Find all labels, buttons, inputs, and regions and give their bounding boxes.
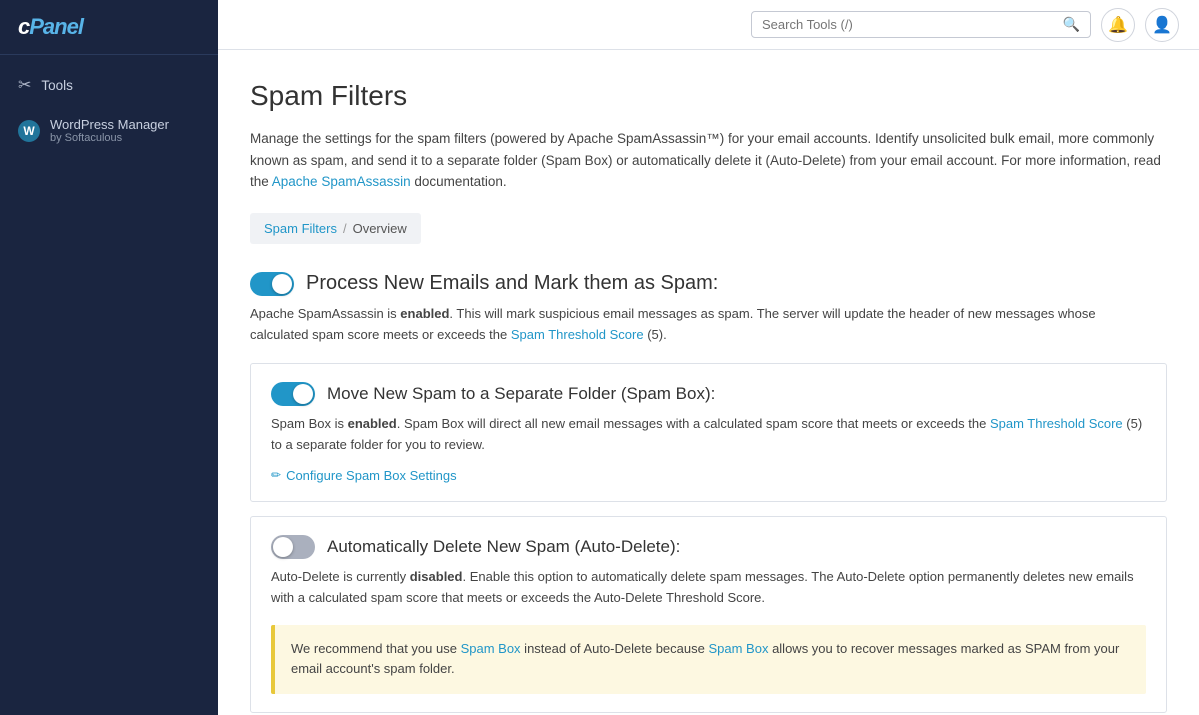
sidebar-menu: ✂ Tools W WordPress Manager by Softaculo… (0, 55, 218, 164)
warning-box: We recommend that you use Spam Box inste… (271, 625, 1146, 695)
wordpress-label-group: WordPress Manager by Softaculous (50, 117, 169, 144)
warning-spambox-link-1[interactable]: Spam Box (461, 641, 521, 656)
pencil-icon: ✏ (271, 468, 281, 482)
wordpress-icon: W (18, 120, 40, 142)
softaculous-label: by Softaculous (50, 132, 169, 144)
warning-mid: instead of Auto-Delete because (521, 641, 709, 656)
spambox-desc: Spam Box is enabled. Spam Box will direc… (271, 414, 1146, 456)
spam-threshold-link-2[interactable]: Spam Threshold Score (990, 416, 1123, 431)
autodelete-toggle[interactable] (271, 535, 315, 559)
sidebar-item-tools-label: Tools (41, 78, 73, 93)
autodelete-desc-bold: disabled (410, 569, 463, 584)
spambox-toggle[interactable] (271, 382, 315, 406)
process-emails-section: Process New Emails and Mark them as Spam… (250, 272, 1167, 346)
spambox-heading: Move New Spam to a Separate Folder (Spam… (271, 382, 1146, 406)
breadcrumb-current: Overview (353, 221, 407, 236)
main-area: 🔍 🔔 👤 Spam Filters Manage the settings f… (218, 0, 1199, 715)
search-icon-button[interactable]: 🔍 (1063, 16, 1080, 33)
process-emails-desc: Apache SpamAssassin is enabled. This wil… (250, 304, 1150, 346)
warning-spambox-link-2[interactable]: Spam Box (708, 641, 768, 656)
autodelete-title: Automatically Delete New Spam (Auto-Dele… (327, 537, 680, 557)
autodelete-toggle-thumb (273, 537, 293, 557)
content-area: Spam Filters Manage the settings for the… (218, 50, 1199, 715)
cpanel-logo: cPanel (18, 14, 200, 40)
sidebar-item-wordpress[interactable]: W WordPress Manager by Softaculous (0, 107, 218, 154)
autodelete-desc-prefix: Auto-Delete is currently (271, 569, 410, 584)
user-icon: 👤 (1152, 15, 1172, 35)
page-title: Spam Filters (250, 80, 1167, 112)
spam-threshold-link-1[interactable]: Spam Threshold Score (511, 327, 644, 342)
desc-text-2: documentation. (411, 174, 507, 189)
user-profile-button[interactable]: 👤 (1145, 8, 1179, 42)
process-emails-toggle[interactable] (250, 272, 294, 296)
spambox-title: Move New Spam to a Separate Folder (Spam… (327, 384, 715, 404)
breadcrumb-link[interactable]: Spam Filters (264, 221, 337, 236)
spambox-toggle-track[interactable] (271, 382, 315, 406)
autodelete-toggle-track[interactable] (271, 535, 315, 559)
autodelete-desc: Auto-Delete is currently disabled. Enabl… (271, 567, 1146, 609)
process-emails-toggle-thumb (272, 274, 292, 294)
process-emails-heading: Process New Emails and Mark them as Spam… (250, 272, 1167, 296)
tools-icon: ✂ (18, 75, 31, 95)
process-emails-desc-bold: enabled (400, 306, 449, 321)
page-description: Manage the settings for the spam filters… (250, 128, 1167, 193)
spambox-desc-bold: enabled (348, 416, 397, 431)
header: 🔍 🔔 👤 (218, 0, 1199, 50)
process-emails-toggle-track[interactable] (250, 272, 294, 296)
search-box[interactable]: 🔍 (751, 11, 1091, 38)
notifications-button[interactable]: 🔔 (1101, 8, 1135, 42)
autodelete-heading: Automatically Delete New Spam (Auto-Dele… (271, 535, 1146, 559)
bell-icon: 🔔 (1108, 15, 1128, 35)
autodelete-section: Automatically Delete New Spam (Auto-Dele… (250, 516, 1167, 713)
process-emails-title: Process New Emails and Mark them as Spam… (306, 272, 718, 295)
sidebar-logo: cPanel (0, 0, 218, 55)
spambox-desc-suffix: . Spam Box will direct all new email mes… (397, 416, 990, 431)
sidebar: cPanel ✂ Tools W WordPress Manager by So… (0, 0, 218, 715)
sidebar-item-tools[interactable]: ✂ Tools (0, 65, 218, 105)
breadcrumb-separator: / (343, 221, 347, 236)
configure-spambox-label: Configure Spam Box Settings (286, 468, 457, 483)
configure-spambox-link[interactable]: ✏ Configure Spam Box Settings (271, 468, 457, 483)
process-emails-desc-prefix: Apache SpamAssassin is (250, 306, 400, 321)
process-emails-desc-end: (5). (644, 327, 667, 342)
warning-prefix: We recommend that you use (291, 641, 461, 656)
spambox-toggle-thumb (293, 384, 313, 404)
wordpress-manager-label: WordPress Manager (50, 117, 169, 132)
search-input[interactable] (762, 17, 1057, 32)
breadcrumb: Spam Filters / Overview (250, 213, 421, 244)
spambox-section: Move New Spam to a Separate Folder (Spam… (250, 363, 1167, 502)
spambox-desc-prefix: Spam Box is (271, 416, 348, 431)
apache-spamassassin-link[interactable]: Apache SpamAssassin (272, 174, 411, 189)
